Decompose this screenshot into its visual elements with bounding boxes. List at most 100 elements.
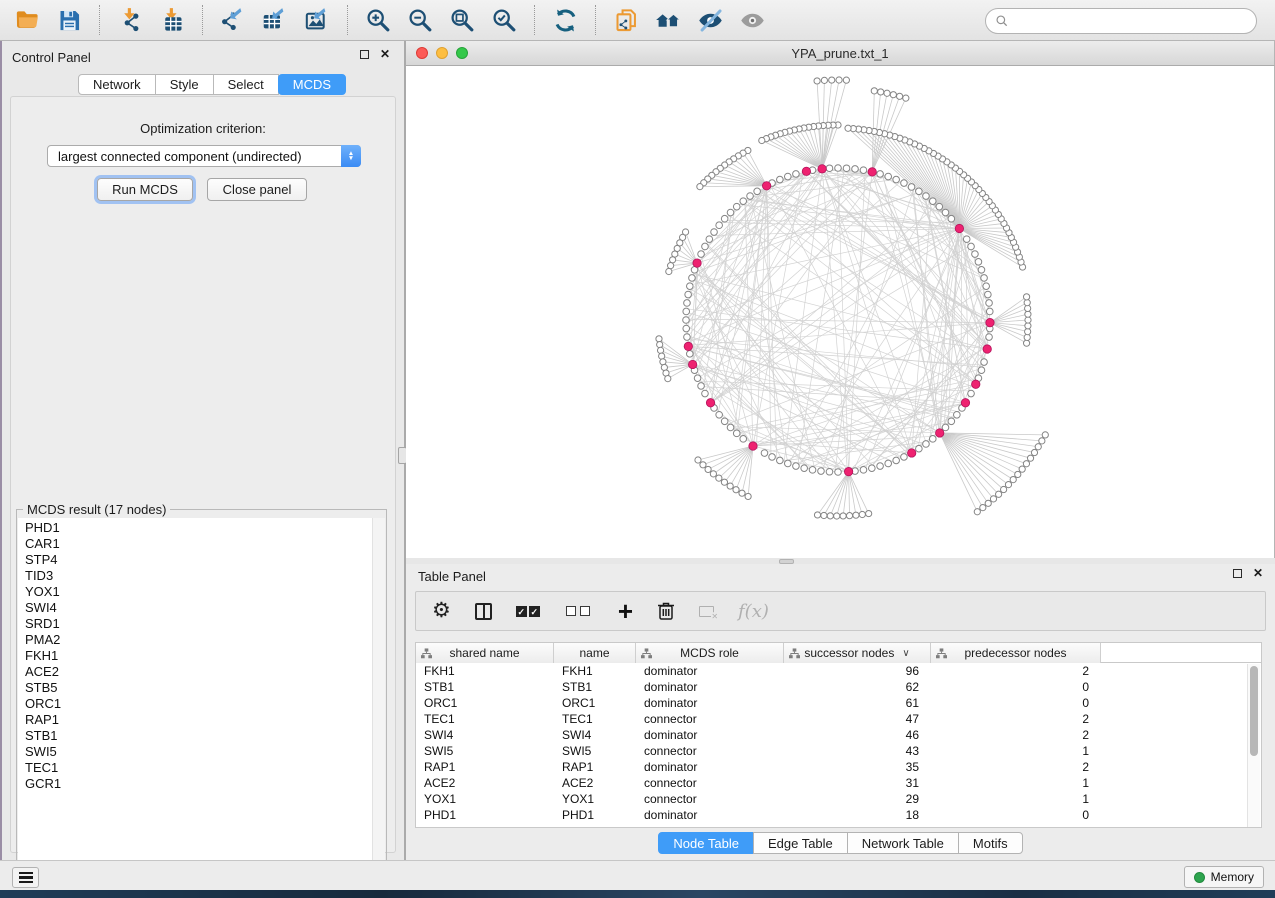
network-node[interactable] bbox=[683, 308, 690, 315]
table-scrollbar[interactable] bbox=[1247, 664, 1260, 827]
mcds-result-item[interactable]: GCR1 bbox=[25, 776, 373, 792]
mcds-hub-node[interactable] bbox=[868, 168, 876, 176]
network-node[interactable] bbox=[860, 467, 867, 474]
network-node[interactable] bbox=[697, 184, 703, 190]
network-node[interactable] bbox=[694, 375, 701, 382]
search-input[interactable] bbox=[1009, 11, 1256, 31]
network-node[interactable] bbox=[936, 203, 943, 210]
show-columns-button[interactable] bbox=[475, 598, 492, 624]
network-node[interactable] bbox=[754, 188, 761, 195]
network-node[interactable] bbox=[695, 457, 701, 463]
network-node[interactable] bbox=[986, 334, 993, 341]
network-node[interactable] bbox=[836, 77, 842, 83]
search-box[interactable] bbox=[985, 8, 1257, 34]
network-node[interactable] bbox=[1023, 294, 1029, 300]
network-node[interactable] bbox=[668, 263, 674, 269]
network-node[interactable] bbox=[666, 268, 672, 274]
network-node[interactable] bbox=[923, 193, 930, 200]
network-graph[interactable] bbox=[406, 66, 1275, 558]
network-node[interactable] bbox=[716, 475, 722, 481]
network-node[interactable] bbox=[684, 334, 691, 341]
network-node[interactable] bbox=[827, 513, 833, 519]
network-node[interactable] bbox=[1023, 340, 1029, 346]
network-node[interactable] bbox=[733, 487, 739, 493]
close-panel-button[interactable]: Close panel bbox=[207, 178, 307, 201]
table-row[interactable]: RAP1RAP1dominator352 bbox=[416, 759, 1261, 775]
network-node[interactable] bbox=[733, 203, 740, 210]
network-node[interactable] bbox=[733, 430, 740, 437]
network-node[interactable] bbox=[793, 171, 800, 178]
mcds-hub-node[interactable] bbox=[706, 399, 714, 407]
network-node[interactable] bbox=[687, 351, 694, 358]
criterion-dropdown[interactable]: largest connected component (undirected)… bbox=[47, 145, 361, 167]
network-node[interactable] bbox=[818, 468, 825, 475]
mcds-result-item[interactable]: ACE2 bbox=[25, 664, 373, 680]
network-node[interactable] bbox=[893, 176, 900, 183]
network-node[interactable] bbox=[978, 266, 985, 273]
network-node[interactable] bbox=[980, 505, 986, 511]
network-node[interactable] bbox=[985, 291, 992, 298]
network-node[interactable] bbox=[657, 347, 663, 353]
network-node[interactable] bbox=[978, 367, 985, 374]
column-header-name[interactable]: name bbox=[554, 643, 636, 663]
network-node[interactable] bbox=[1025, 317, 1031, 323]
network-node[interactable] bbox=[784, 460, 791, 467]
first-neighbors-button[interactable] bbox=[650, 3, 686, 37]
network-node[interactable] bbox=[814, 78, 820, 84]
network-node[interactable] bbox=[716, 411, 723, 418]
network-node[interactable] bbox=[700, 462, 706, 468]
network-node[interactable] bbox=[727, 483, 733, 489]
mcds-result-item[interactable]: STB1 bbox=[25, 728, 373, 744]
import-network-button[interactable] bbox=[112, 3, 148, 37]
table-row[interactable]: SWI5SWI5connector431 bbox=[416, 743, 1261, 759]
mcds-result-item[interactable]: TEC1 bbox=[25, 760, 373, 776]
network-node[interactable] bbox=[821, 512, 827, 518]
network-node[interactable] bbox=[1024, 300, 1030, 306]
network-node[interactable] bbox=[996, 491, 1002, 497]
close-panel-icon[interactable]: ✕ bbox=[380, 50, 390, 59]
close-panel-icon[interactable]: ✕ bbox=[1253, 569, 1263, 578]
network-node[interactable] bbox=[687, 283, 694, 290]
network-node[interactable] bbox=[983, 283, 990, 290]
column-header-successor-nodes[interactable]: successor nodes∨ bbox=[784, 643, 931, 663]
mcds-result-item[interactable]: RAP1 bbox=[25, 712, 373, 728]
network-node[interactable] bbox=[684, 300, 691, 307]
mcds-result-item[interactable]: STP4 bbox=[25, 552, 373, 568]
network-node[interactable] bbox=[846, 513, 852, 519]
network-node[interactable] bbox=[814, 512, 820, 518]
table-row[interactable]: SWI4SWI4dominator462 bbox=[416, 727, 1261, 743]
network-node[interactable] bbox=[702, 390, 709, 397]
refresh-view-button[interactable] bbox=[547, 3, 583, 37]
network-node[interactable] bbox=[761, 450, 768, 457]
network-node[interactable] bbox=[759, 137, 765, 143]
zoom-out-button[interactable] bbox=[402, 3, 438, 37]
network-node[interactable] bbox=[901, 454, 908, 461]
network-node[interactable] bbox=[826, 468, 833, 475]
network-node[interactable] bbox=[821, 77, 827, 83]
network-node[interactable] bbox=[916, 188, 923, 195]
network-node[interactable] bbox=[916, 445, 923, 452]
network-node[interactable] bbox=[784, 173, 791, 180]
table-row[interactable]: FKH1FKH1dominator962 bbox=[416, 663, 1261, 679]
tab-select[interactable]: Select bbox=[213, 74, 279, 95]
tab-mcds[interactable]: MCDS bbox=[278, 74, 346, 95]
network-node[interactable] bbox=[829, 77, 835, 83]
network-node[interactable] bbox=[745, 493, 751, 499]
network-node[interactable] bbox=[727, 209, 734, 216]
zoom-selected-button[interactable] bbox=[486, 3, 522, 37]
mcds-result-item[interactable]: YOX1 bbox=[25, 584, 373, 600]
network-node[interactable] bbox=[835, 469, 842, 476]
network-node[interactable] bbox=[975, 259, 982, 266]
network-node[interactable] bbox=[968, 390, 975, 397]
network-node[interactable] bbox=[1019, 466, 1025, 472]
network-node[interactable] bbox=[740, 198, 747, 205]
network-node[interactable] bbox=[1025, 323, 1031, 329]
network-node[interactable] bbox=[897, 93, 903, 99]
network-node[interactable] bbox=[1035, 444, 1041, 450]
export-table-button[interactable] bbox=[257, 3, 293, 37]
network-node[interactable] bbox=[1010, 477, 1016, 483]
mcds-result-item[interactable]: PHD1 bbox=[25, 520, 373, 536]
network-node[interactable] bbox=[1039, 438, 1045, 444]
network-node[interactable] bbox=[843, 165, 850, 172]
network-node[interactable] bbox=[871, 88, 877, 94]
